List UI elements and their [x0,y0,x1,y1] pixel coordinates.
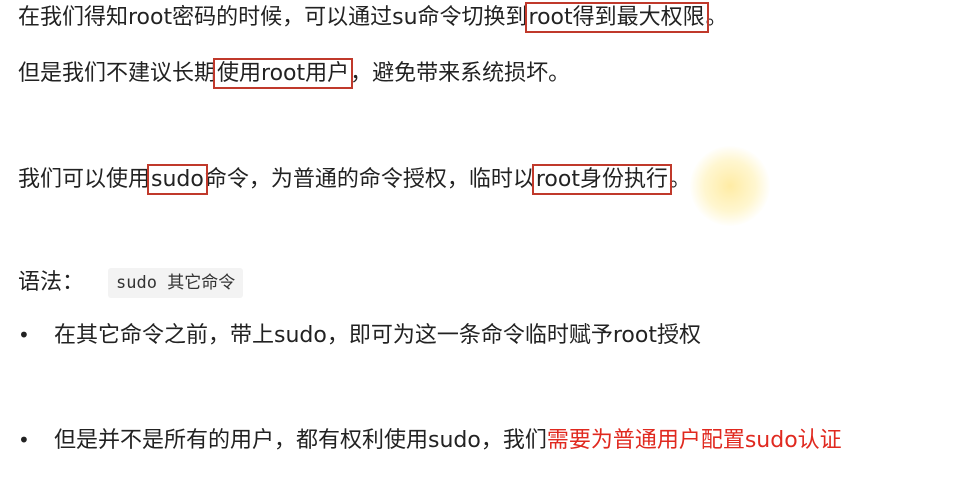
bullet-item-2: • 但是并不是所有的用户，都有权利使用sudo，我们需要为普通用户配置sudo认证 [18,423,842,458]
boxed-root-max-privilege: root得到最大权限 [524,2,709,33]
bullet-text-2-emphasis: 需要为普通用户配置sudo认证 [546,428,842,453]
syntax-label: 语法： [18,270,85,295]
document-page: 在我们得知root密码的时候，可以通过su命令切换到root得到最大权限。 但是… [0,0,956,488]
text-avoid-damage: ，避免带来系统损坏。 [350,61,571,86]
text-period-2: 。 [668,167,691,192]
boxed-use-root-user: 使用root用户 [213,58,354,89]
bullet-marker: • [18,323,30,347]
cursor-highlight [690,146,770,226]
text-not-recommended: 但是我们不建议长期 [18,61,217,86]
syntax-row: 语法： sudo 其它命令 [18,266,244,300]
bullet-text-1: 在其它命令之前，带上sudo，即可为这一条命令临时赋予root授权 [54,323,701,348]
bullet-text-2: 但是并不是所有的用户，都有权利使用sudo，我们 [54,428,547,453]
boxed-sudo: sudo [147,164,208,195]
boxed-root-identity-execute: root身份执行 [531,164,672,195]
text-command-authorize: 命令，为普通的命令授权，临时以 [204,167,535,192]
paragraph-not-recommended-line: 但是我们不建议长期使用root用户，避免带来系统损坏。 [18,57,570,91]
paragraph-su-line: 在我们得知root密码的时候，可以通过su命令切换到root得到最大权限。 [18,1,728,35]
text-we-can-use: 我们可以使用 [18,167,151,192]
bullet-item-1: • 在其它命令之前，带上sudo，即可为这一条命令临时赋予root授权 [18,318,701,353]
text-su-intro: 在我们得知root密码的时候，可以通过su命令切换到 [18,5,528,30]
bullet-marker: • [18,428,30,452]
text-period: 。 [705,5,728,30]
paragraph-sudo-line: 我们可以使用sudo命令，为普通的命令授权，临时以root身份执行。 [18,163,691,197]
syntax-code: sudo 其它命令 [108,268,244,298]
